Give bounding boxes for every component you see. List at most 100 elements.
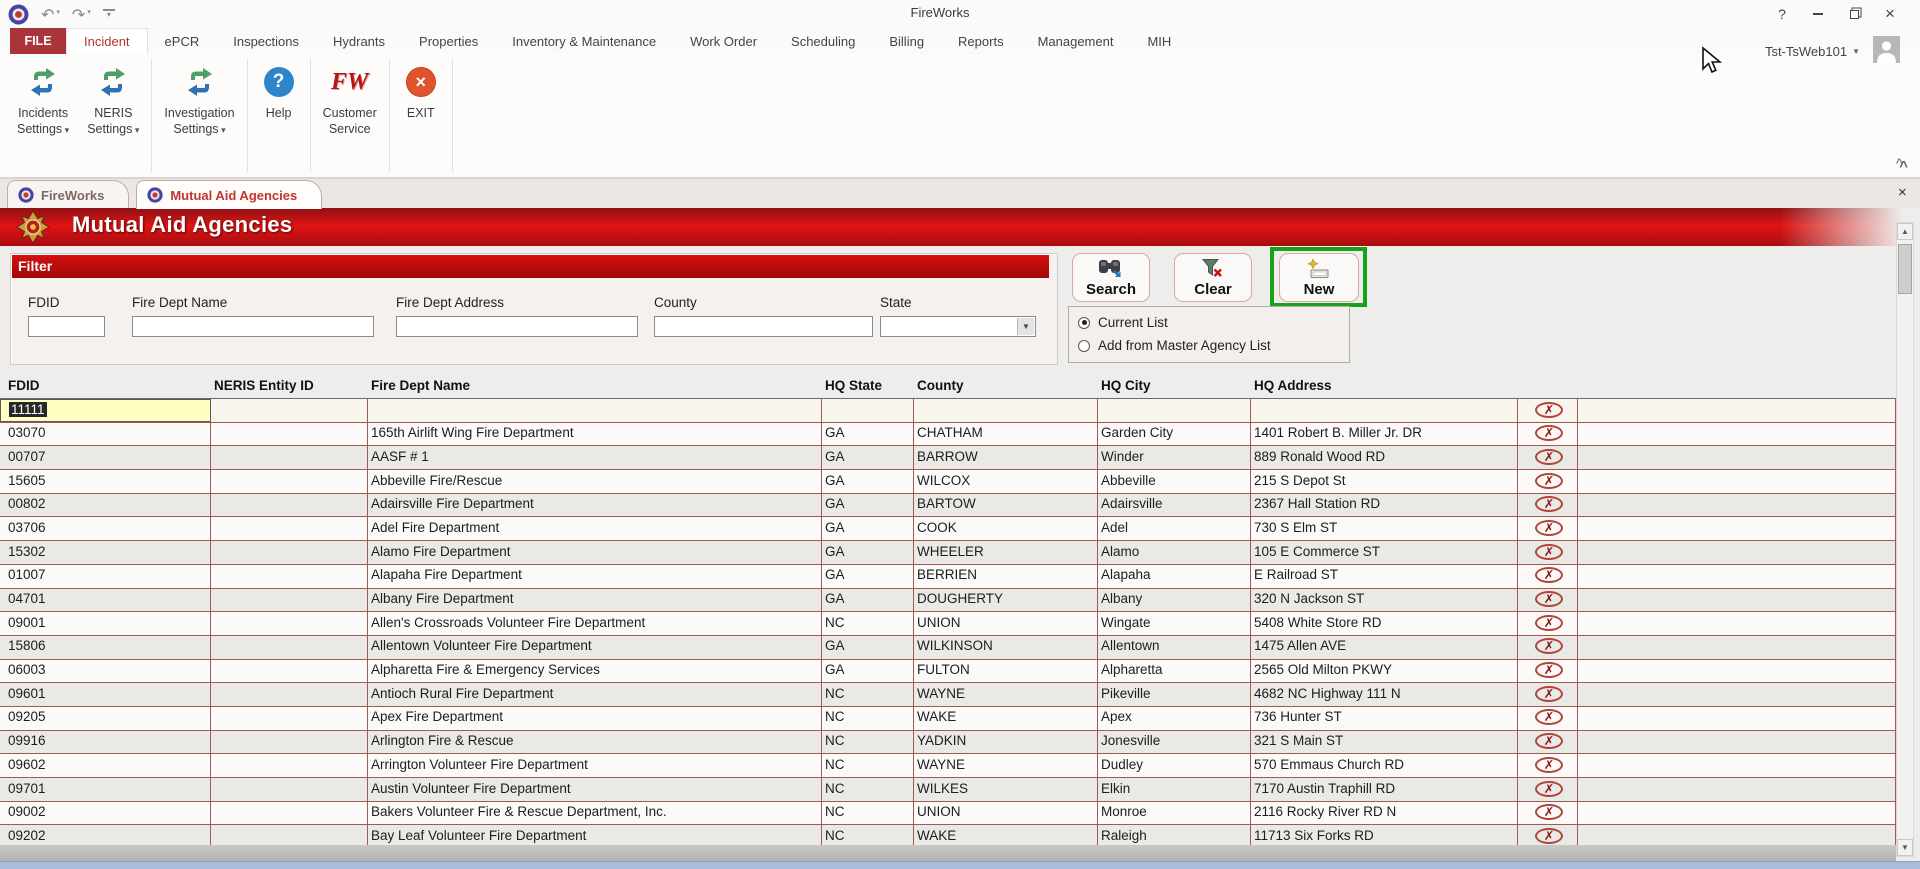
ribbon-button-exit[interactable]: ×EXIT — [393, 54, 449, 177]
delete-row-icon[interactable]: ✗ — [1535, 781, 1563, 797]
user-menu[interactable]: Tst-TsWeb101 ▼ — [1765, 44, 1860, 59]
cell-fdid[interactable]: 01007 — [0, 565, 211, 588]
table-row[interactable]: 09601Antioch Rural Fire DepartmentNCWAYN… — [0, 683, 1896, 707]
close-button[interactable]: × — [1872, 2, 1908, 26]
menu-tab-inspections[interactable]: Inspections — [216, 28, 316, 54]
search-button[interactable]: Search — [1072, 253, 1150, 302]
ribbon-button-neris-settings[interactable]: NERISSettings — [78, 54, 148, 177]
delete-row-icon[interactable]: ✗ — [1535, 709, 1563, 725]
delete-row-icon[interactable]: ✗ — [1535, 828, 1563, 844]
table-row[interactable]: 15806Allentown Volunteer Fire Department… — [0, 636, 1896, 660]
cell-fdid[interactable]: 09701 — [0, 778, 211, 801]
fire-dept-name-input[interactable] — [132, 316, 374, 337]
table-row[interactable]: 15302Alamo Fire DepartmentGAWHEELERAlamo… — [0, 541, 1896, 565]
restore-button[interactable] — [1836, 2, 1872, 26]
new-button[interactable]: New — [1279, 253, 1359, 302]
column-header-hq-city[interactable]: HQ City — [1098, 376, 1251, 398]
clear-button[interactable]: Clear — [1174, 253, 1252, 302]
table-row[interactable]: 09916Arlington Fire & RescueNCYADKINJone… — [0, 731, 1896, 755]
column-header-county[interactable]: County — [914, 376, 1098, 398]
cell-fdid[interactable]: 09602 — [0, 754, 211, 777]
fdid-input[interactable] — [28, 316, 105, 337]
cell-fdid[interactable]: 09002 — [0, 802, 211, 825]
menu-tab-properties[interactable]: Properties — [402, 28, 495, 54]
table-row[interactable]: 09602Arrington Volunteer Fire Department… — [0, 754, 1896, 778]
redo-button[interactable]: ↷▾ — [72, 3, 91, 26]
close-tab-icon[interactable]: × — [1898, 184, 1907, 201]
delete-row-icon[interactable]: ✗ — [1535, 804, 1563, 820]
radio-selected-icon[interactable] — [1078, 317, 1090, 329]
horizontal-scrollbar[interactable] — [0, 845, 1896, 861]
scroll-down-icon[interactable]: ▼ — [1897, 839, 1913, 856]
scroll-up-icon[interactable]: ▲ — [1897, 223, 1913, 240]
menu-tab-file[interactable]: FILE — [10, 28, 66, 54]
delete-row-icon[interactable]: ✗ — [1535, 496, 1563, 512]
column-header-fdid[interactable]: FDID — [0, 376, 211, 398]
delete-row-icon[interactable]: ✗ — [1535, 757, 1563, 773]
cell-fdid[interactable]: 09601 — [0, 683, 211, 706]
chevron-up-icon[interactable]: ^ — [1896, 155, 1903, 171]
menu-tab-mih[interactable]: MIH — [1130, 28, 1188, 54]
delete-row-icon[interactable]: ✗ — [1535, 520, 1563, 536]
delete-row-icon[interactable]: ✗ — [1535, 425, 1563, 441]
column-header-hq-state[interactable]: HQ State — [822, 376, 914, 398]
cell-fdid[interactable]: 06003 — [0, 660, 211, 683]
window-help-button[interactable]: ? — [1764, 2, 1800, 26]
cell-fdid[interactable]: 15806 — [0, 636, 211, 659]
menu-tab-scheduling[interactable]: Scheduling — [774, 28, 872, 54]
menu-tab-epcr[interactable]: ePCR — [148, 28, 217, 54]
menu-tab-reports[interactable]: Reports — [941, 28, 1021, 54]
table-row[interactable]: 09701Austin Volunteer Fire DepartmentNCW… — [0, 778, 1896, 802]
cell-fdid[interactable]: 15605 — [0, 470, 211, 493]
table-row[interactable]: 09001Allen's Crossroads Volunteer Fire D… — [0, 612, 1896, 636]
cell-fdid[interactable]: 03070 — [0, 423, 211, 446]
state-select[interactable]: ▼ — [880, 316, 1036, 337]
undo-button[interactable]: ↶▾ — [41, 3, 60, 26]
delete-row-icon[interactable]: ✗ — [1535, 591, 1563, 607]
ribbon-button-help[interactable]: ?Help — [251, 54, 307, 177]
menu-tab-incident[interactable]: Incident — [66, 28, 148, 54]
ribbon-button-customer-service[interactable]: FWCustomerService — [314, 54, 386, 177]
ribbon-button-incidents-settings[interactable]: IncidentsSettings — [8, 54, 78, 177]
radio-option-add-from-master-agency-list[interactable]: Add from Master Agency List — [1078, 338, 1271, 353]
ribbon-button-investigation-settings[interactable]: InvestigationSettings — [155, 54, 243, 177]
delete-row-icon[interactable]: ✗ — [1535, 473, 1563, 489]
table-row[interactable]: 06003Alpharetta Fire & Emergency Service… — [0, 660, 1896, 684]
menu-tab-work-order[interactable]: Work Order — [673, 28, 774, 54]
doc-tab-mutual-aid-agencies[interactable]: Mutual Aid Agencies — [136, 180, 322, 209]
delete-row-icon[interactable]: ✗ — [1535, 615, 1563, 631]
delete-row-icon[interactable]: ✗ — [1535, 686, 1563, 702]
table-row[interactable]: 03070165th Airlift Wing Fire DepartmentG… — [0, 423, 1896, 447]
table-row[interactable]: 00707AASF # 1GABARROWWinder889 Ronald Wo… — [0, 446, 1896, 470]
radio-unselected-icon[interactable] — [1078, 340, 1090, 352]
cell-fdid[interactable]: 04701 — [0, 589, 211, 612]
menu-tab-management[interactable]: Management — [1021, 28, 1131, 54]
cell-fdid[interactable]: 00802 — [0, 494, 211, 517]
column-header-hq-address[interactable]: HQ Address — [1251, 376, 1518, 398]
table-row[interactable]: 03706Adel Fire DepartmentGACOOKAdel730 S… — [0, 517, 1896, 541]
county-input[interactable] — [654, 316, 873, 337]
chevron-down-icon[interactable]: ▼ — [1017, 318, 1034, 335]
avatar[interactable] — [1873, 36, 1900, 63]
cell-fdid[interactable]: 11111 — [0, 399, 211, 422]
menu-tab-billing[interactable]: Billing — [872, 28, 941, 54]
radio-option-current-list[interactable]: Current List — [1078, 315, 1168, 330]
column-header-fire-dept-name[interactable]: Fire Dept Name — [368, 376, 822, 398]
menu-tab-hydrants[interactable]: Hydrants — [316, 28, 402, 54]
cell-fdid[interactable]: 09205 — [0, 707, 211, 730]
scrollbar-thumb[interactable] — [1898, 244, 1912, 294]
delete-row-icon[interactable]: ✗ — [1535, 567, 1563, 583]
table-row[interactable]: 09205Apex Fire DepartmentNCWAKEApex736 H… — [0, 707, 1896, 731]
customize-toolbar-icon[interactable]: ▾ — [103, 9, 115, 19]
cell-fdid[interactable]: 00707 — [0, 446, 211, 469]
table-row[interactable]: 15605Abbeville Fire/RescueGAWILCOXAbbevi… — [0, 470, 1896, 494]
cell-fdid[interactable]: 09001 — [0, 612, 211, 635]
delete-row-icon[interactable]: ✗ — [1535, 449, 1563, 465]
delete-row-icon[interactable]: ✗ — [1535, 402, 1563, 418]
delete-row-icon[interactable]: ✗ — [1535, 544, 1563, 560]
table-row[interactable]: 11111 ✗ — [0, 399, 1896, 423]
doc-tab-fireworks[interactable]: FireWorks — [7, 180, 129, 209]
table-row[interactable]: 04701Albany Fire DepartmentGADOUGHERTYAl… — [0, 589, 1896, 613]
cell-fdid[interactable]: 03706 — [0, 517, 211, 540]
cell-fdid[interactable]: 09916 — [0, 731, 211, 754]
